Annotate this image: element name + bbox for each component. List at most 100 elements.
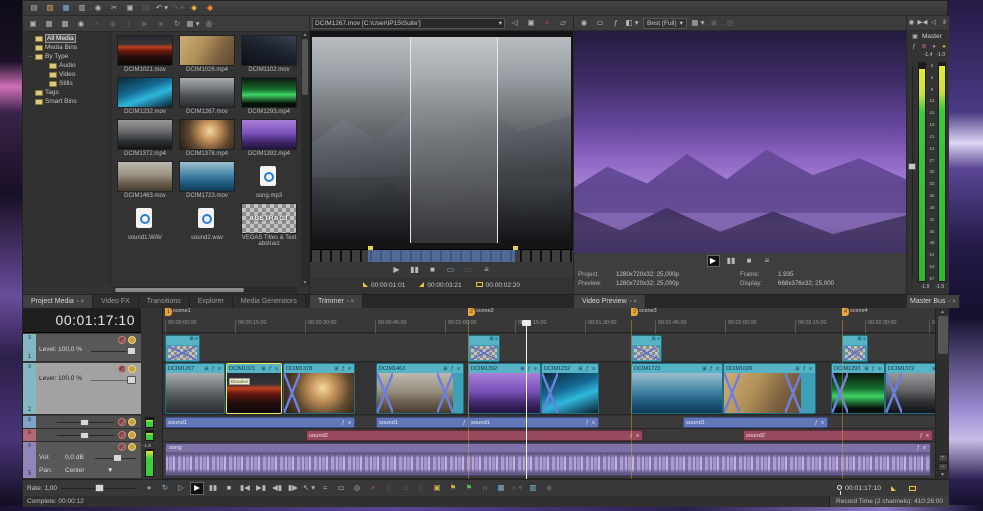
tab-media-generators[interactable]: Media Generators [233,295,306,308]
title-clip-scene2[interactable]: ⊞ ≡ [468,335,500,362]
save-snapshot-icon[interactable]: ▥ [723,17,737,30]
marker-flag-icon[interactable]: 2 [468,308,475,316]
event-dcim1463[interactable]: DCIM1463⊞ ƒ ≡ [376,363,464,414]
event-sound1[interactable]: sound1ƒ ≡ [376,417,476,428]
go-to-end-icon[interactable]: ▶▮ [254,482,268,495]
cut-icon[interactable]: ✂ [107,2,121,15]
event-dcim1232[interactable]: DCIM1232⊞ ƒ ≡ [541,363,599,414]
scrollbar-thumb[interactable] [302,39,308,95]
event-icons[interactable]: ⊞ ƒ ≡ [702,366,720,372]
marker-scene1[interactable]: 1scene1 [165,308,191,320]
capture-video-icon[interactable]: ▦ [42,17,56,30]
meter-options-icon[interactable]: ‖ [940,17,949,29]
marker-flag-icon[interactable]: 1 [165,308,172,316]
media-item-dcim1232[interactable]: DCIM1232.mov [115,77,175,118]
zoom-out-button[interactable]: − [938,463,948,471]
track-lane-5[interactable]: songƒ ≡ [163,442,935,479]
stop-icon[interactable]: ■ [743,255,756,267]
event-sound1[interactable]: sound1ƒ ≡ [165,417,355,428]
title-clip-scene1[interactable]: ⊞ ≡ [165,335,200,362]
trim-icon[interactable]: ▭ [398,482,412,495]
media-item-dcim1102[interactable]: DCIM1102.mov [239,35,299,76]
event-icons[interactable]: ⊞ ƒ ≡ [443,366,461,372]
tree-item-by-type[interactable]: −By Type [23,52,110,61]
master-fader[interactable] [908,62,917,282]
insert-marker-icon[interactable]: ⚑ [446,482,460,495]
preview-gear-icon[interactable]: ◉ [577,17,591,30]
tab-video-fx[interactable]: Video FX [93,295,139,308]
next-frame-icon[interactable]: ▮▶ [286,482,300,495]
media-grid-scrollbar[interactable]: ▲ ▼ [301,32,309,286]
track-lane-4[interactable]: sound2ƒ ≡sound2ƒ ≡ [163,429,935,442]
properties-gear-icon[interactable]: ◉ [91,2,105,15]
scripting-icon[interactable]: ◆ [542,482,556,495]
event-dcim1378[interactable]: DCIM1378⊞ ƒ ≡ [283,363,355,414]
preview-quality-dropdown[interactable]: Best (Full) ▾ [643,18,687,29]
single-frame-icon[interactable]: ▭ [462,264,475,276]
solo-icon[interactable] [128,336,136,344]
prev-frame-icon[interactable]: ◀▮ [270,482,284,495]
event-icons[interactable]: ⊞ ƒ ≡ [204,366,222,372]
title-clip-scene4[interactable]: ⊞ ≡ [842,335,868,362]
chevron-down-icon[interactable]: ▾ [499,19,502,27]
event-icons[interactable]: ⊞ ƒ ≡ [578,366,596,372]
master-fx-icon[interactable]: ƒ [910,41,918,53]
media-item-sound1[interactable]: sound1.WAV [115,203,175,251]
tab-master-bus[interactable]: Master Bus▫ × [907,295,960,308]
trimmer-selection-region[interactable] [368,250,515,262]
scroll-down-icon[interactable]: ▼ [303,280,308,286]
solo-icon[interactable] [128,365,136,373]
pause-icon[interactable]: ▮▮ [725,255,738,267]
media-item-dcim1267[interactable]: DCIM1267.mov [177,77,237,118]
track-header-4-audio[interactable]: ≡ [23,429,141,442]
media-item-dcim1723[interactable]: DCIM1723.mov [177,161,237,202]
event-sound1[interactable]: sound1ƒ ≡ [683,417,828,428]
media-item-dcim1463[interactable]: DCIM1463.mov [115,161,175,202]
pause-icon[interactable]: ▮▮ [206,482,220,495]
close-media-icon[interactable]: × [540,17,554,30]
marker-scene3[interactable]: 3scene3 [631,308,657,320]
level-slider[interactable] [91,351,136,352]
split-icon[interactable]: ▯ [382,482,396,495]
tree-item-stills[interactable]: Stills [23,79,110,88]
level-slider[interactable] [91,380,136,381]
show-frames-icon[interactable]: ▭ [444,264,457,276]
play-icon[interactable]: ▶ [390,264,403,276]
snapping-icon[interactable]: ≡ ▾ [510,482,524,495]
event-dcim1723[interactable]: DCIM1723⊞ ƒ ≡ [631,363,723,414]
stop-icon[interactable]: ■ [426,264,439,276]
play-icon[interactable]: ▶ [190,482,204,495]
open-external-icon[interactable]: ▱ [556,17,570,30]
in-point-flag[interactable] [368,246,373,250]
timeline-canvas[interactable]: 00:00:00:0000:00:15:0000:00:30:0000:00:4… [163,308,935,479]
menu-icon[interactable]: ≡ [761,255,774,267]
rate-slider[interactable] [61,488,135,489]
track-lane-3[interactable]: sound1ƒ ≡sound1ƒ ≡sound1ƒ ≡sound1ƒ ≡ [163,416,935,429]
mixer-icon[interactable]: ▥ [526,482,540,495]
zoom-tool-icon[interactable]: ◎ [350,482,364,495]
timeline-scrollbar[interactable]: ▲ + − ▼ [935,308,949,479]
extract-audio-icon[interactable]: ◉ [74,17,88,30]
media-fx-icon[interactable]: ƒ [122,17,136,30]
lock-icon[interactable]: ▣ [430,482,444,495]
play-icon[interactable]: ▶ [707,255,720,267]
event-envelope-icon[interactable]: ∩ [478,482,492,495]
external-monitor-icon[interactable]: ▭ [593,17,607,30]
media-item-dcim1021[interactable]: DCIM1021.mov [115,35,175,76]
open-project-icon[interactable]: ▨ [43,2,57,15]
event-icons[interactable]: ⊞ ƒ ≡ [334,366,352,372]
mute-icon[interactable] [118,443,126,451]
tutorials-icon[interactable]: ◆ [187,2,201,15]
paste-icon[interactable]: ▤ [139,2,153,15]
speaker-icon[interactable]: ◁ [508,17,522,30]
pan-caret-icon[interactable]: ▼ [107,467,113,474]
media-item-titles-abstract[interactable]: ABSTRACT VEGAS Titles & Text abstract [239,203,299,251]
new-project-icon[interactable]: ▤ [27,2,41,15]
tab-transitions[interactable]: Transitions [139,295,190,308]
trimmer-file-combo[interactable]: DCIM1267.mov [C:\User\IP15\Suite'] ▾ [312,18,505,29]
mute-icon[interactable] [118,336,126,344]
scrollbar-thumb[interactable] [938,316,948,354]
transition-badge[interactable]: Dissolve [229,378,250,385]
track-lane-1[interactable]: ⊞ ≡ ⊞ ≡ ⊞ ≡ ⊞ ≡ [163,334,935,362]
tree-item-media-bins[interactable]: Media Bins [23,43,110,52]
